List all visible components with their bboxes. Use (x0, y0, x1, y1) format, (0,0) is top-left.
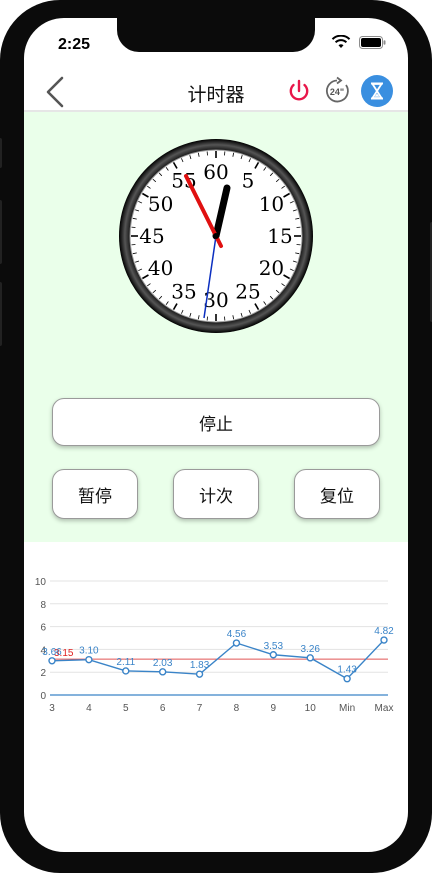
stopwatch-dial: 60 510152025303540455055 (119, 139, 313, 333)
x-tick-label: 5 (123, 703, 129, 712)
data-label: 3.53 (264, 641, 284, 652)
y-tick-label: 0 (40, 691, 46, 702)
dial-number: 5 (242, 169, 255, 193)
count-button[interactable]: 计次 (173, 469, 259, 519)
x-tick-label: 10 (305, 703, 317, 712)
lap-chart: 0246810 3 4 5 6 7 8 9 10 Min Max 3.15 3.66 3.102.1… (35, 577, 394, 712)
y-tick-label: 8 (40, 600, 46, 611)
x-tick-label: Min (339, 703, 355, 712)
screen: 2:25 计时器 24" 60 5 10 15 20 25 30 35 40 4… (24, 18, 408, 852)
x-tick-label: 9 (271, 703, 277, 712)
data-point (195, 670, 204, 678)
data-label: 3.66 (42, 647, 62, 658)
side-button (0, 200, 2, 264)
chart-grid (50, 580, 388, 696)
data-label: 1.83 (190, 660, 210, 671)
x-tick-label: 6 (160, 703, 166, 712)
x-tick-label: 4 (86, 703, 92, 712)
chart-y-ticks: 0246810 (35, 577, 47, 702)
dial-number: 20 (259, 256, 284, 280)
stopwatch-panel: 60 5 10 15 20 25 30 35 40 45 50 55 停止 暂停 计次 复位 (24, 112, 408, 542)
data-point (306, 654, 314, 662)
side-button (0, 282, 2, 346)
dial-number: 40 (148, 256, 173, 280)
dial-center (213, 233, 219, 239)
notch (117, 18, 315, 52)
data-point (269, 651, 278, 659)
data-label: 3.26 (300, 644, 320, 655)
data-label: 4.56 (227, 629, 247, 640)
dial-number: 25 (235, 279, 260, 303)
data-label: 2.11 (116, 657, 135, 668)
dial-number: 15 (267, 224, 292, 248)
data-label: 4.82 (374, 626, 394, 637)
chart-series: 3.66 3.10 2.11 2.03 1.83 4.56 3.53 3.26 1.43 4.82 (42, 626, 394, 683)
pause-button[interactable]: 暂停 (52, 469, 138, 519)
timer-24-label: 24" (330, 87, 344, 97)
data-point (380, 636, 388, 644)
chart-x-ticks: 3 4 5 6 7 8 9 10 Min Max (49, 703, 393, 712)
status-icons (331, 35, 386, 49)
phone-frame: 2:25 计时器 24" 60 5 10 15 20 25 30 35 40 4… (0, 0, 432, 873)
status-time: 2:25 (58, 36, 91, 53)
wifi-icon (331, 35, 351, 48)
hourglass-icon[interactable] (361, 75, 393, 107)
data-point (48, 657, 56, 665)
x-tick-label: 3 (49, 703, 55, 712)
x-tick-label: 7 (197, 703, 203, 712)
y-tick-label: 10 (35, 577, 47, 588)
battery-icon (359, 35, 386, 49)
reset-button[interactable]: 复位 (294, 469, 380, 519)
dial-number: 60 (203, 160, 228, 184)
data-point (232, 639, 241, 647)
power-icon[interactable] (284, 76, 314, 106)
data-label: 1.43 (337, 665, 357, 676)
data-point (158, 668, 167, 676)
y-tick-label: 2 (40, 668, 46, 679)
dial-number: 50 (148, 192, 173, 216)
x-tick-label: Max (375, 703, 394, 712)
data-point (343, 674, 351, 683)
timer-24-icon[interactable]: 24" (322, 76, 352, 106)
stop-button[interactable]: 停止 (52, 398, 380, 446)
dial-number: 45 (139, 224, 164, 248)
data-point (122, 667, 130, 675)
data-label: 3.10 (79, 646, 99, 657)
dial-number: 35 (171, 279, 196, 303)
dial-number: 10 (259, 192, 284, 216)
side-button (0, 138, 2, 168)
data-point (85, 655, 93, 664)
y-tick-label: 6 (40, 623, 46, 634)
nav-bar: 计时器 24" (24, 70, 408, 114)
x-tick-label: 8 (234, 703, 240, 712)
data-label: 2.03 (153, 658, 173, 669)
